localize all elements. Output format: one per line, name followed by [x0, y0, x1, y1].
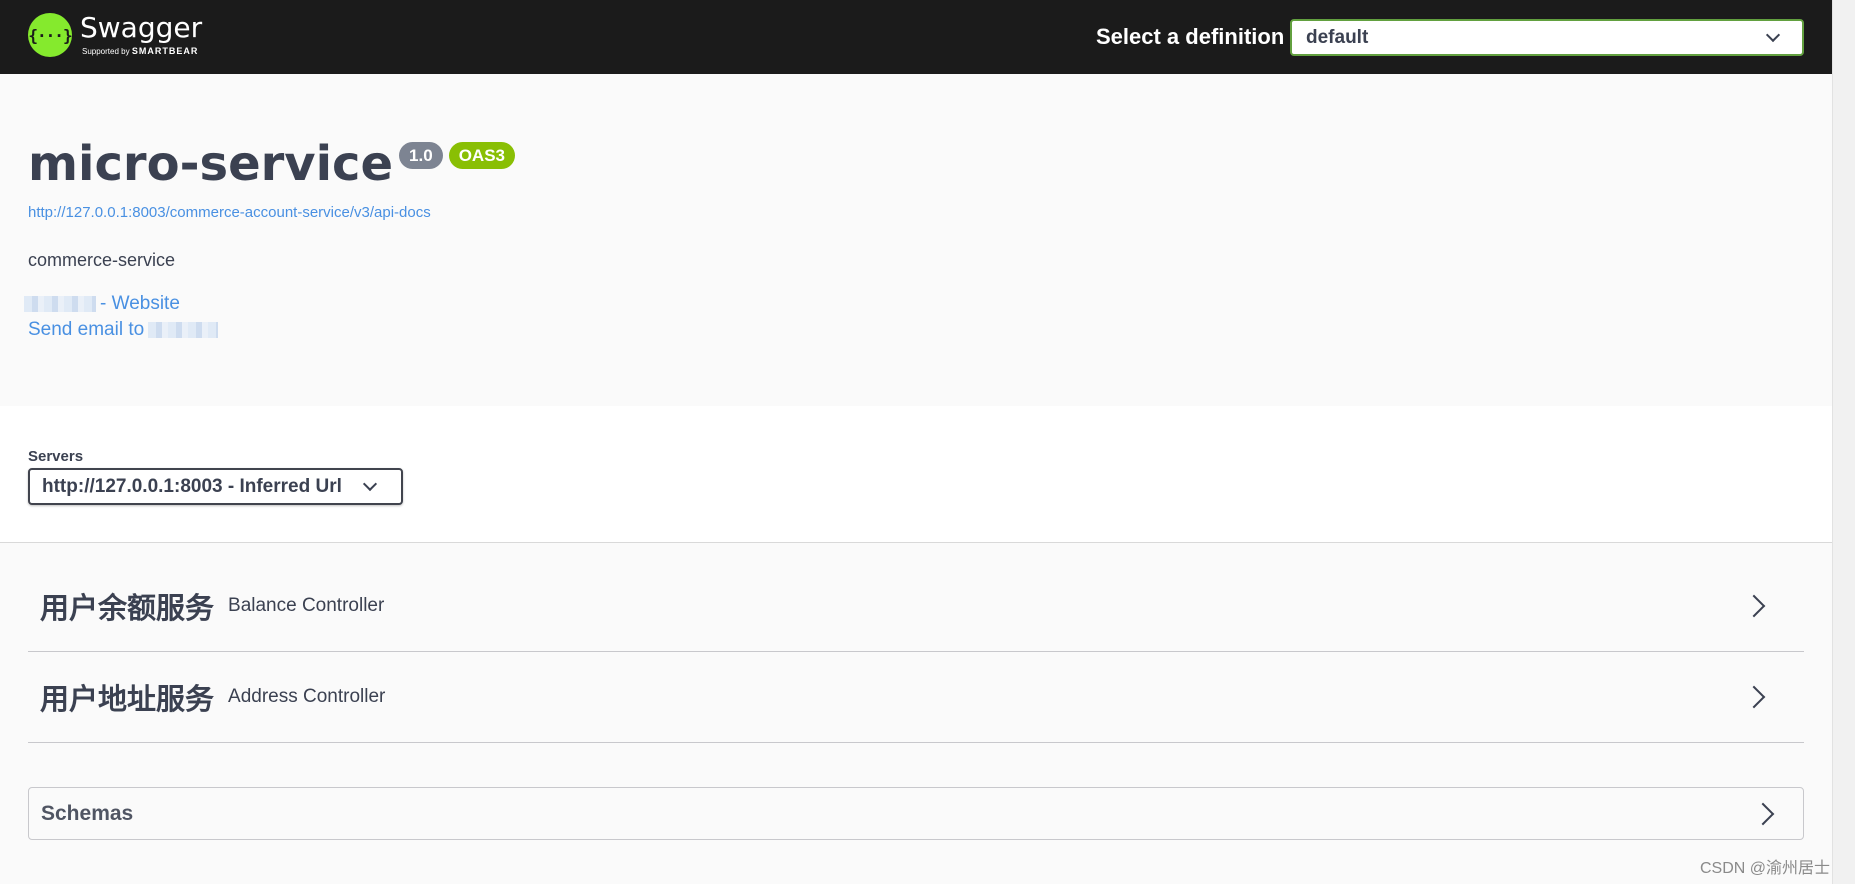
schemas-section[interactable]: Schemas	[28, 787, 1804, 840]
tag-name: 用户地址服务	[40, 682, 215, 716]
definition-label: Select a definition	[1096, 24, 1285, 49]
website-link[interactable]: - Website	[100, 293, 180, 315]
logo-sub: Supported by SMARTBEAR	[82, 46, 202, 56]
logo-name: Swagger	[80, 11, 203, 44]
scrollbar[interactable]	[1832, 0, 1855, 884]
chevron-right-icon[interactable]	[1742, 685, 1766, 709]
logo-supported-text: Supported by	[82, 47, 130, 56]
swagger-logo[interactable]: {···} Swagger Supported by SMARTBEAR	[28, 13, 202, 57]
chevron-down-icon	[1765, 27, 1781, 42]
version-badge: 1.0	[399, 142, 443, 169]
oas-badge: OAS3	[448, 142, 515, 169]
servers-select-value: http://127.0.0.1:8003 - Inferred Url	[42, 475, 342, 497]
servers-label: Servers	[28, 448, 84, 465]
servers-select[interactable]: http://127.0.0.1:8003 - Inferred Url	[28, 468, 403, 505]
redacted-email	[148, 322, 219, 338]
top-bar: {···} Swagger Supported by SMARTBEAR Sel…	[0, 0, 1832, 74]
schemas-label: Schemas	[41, 801, 134, 825]
tag-description: Address Controller	[228, 686, 386, 707]
servers-section: Servers http://127.0.0.1:8003 - Inferred…	[0, 406, 1832, 543]
watermark: CSDN @渝州居士	[1700, 860, 1831, 877]
api-description: commerce-service	[28, 250, 176, 270]
swagger-logo-icon: {···}	[28, 13, 73, 57]
tag-section-address[interactable]: 用户地址服务 Address Controller	[28, 652, 1804, 743]
chevron-down-icon	[362, 476, 378, 491]
tag-section-balance[interactable]: 用户余额服务 Balance Controller	[28, 561, 1804, 652]
contact-website-row[interactable]: - Website	[24, 293, 180, 315]
api-info: micro-service 1.0 OAS3 http://127.0.0.1:…	[0, 74, 1832, 406]
tag-description: Balance Controller	[228, 595, 385, 616]
contact-email-row[interactable]: Send email to	[28, 319, 219, 341]
chevron-right-icon[interactable]	[1742, 594, 1766, 618]
chevron-right-icon[interactable]	[1751, 802, 1775, 825]
logo-text: Swagger Supported by SMARTBEAR	[80, 11, 203, 57]
page-title: micro-service	[28, 136, 394, 192]
logo-brand-text: SMARTBEAR	[131, 46, 199, 56]
definition-select-value: default	[1306, 26, 1369, 48]
email-link[interactable]: Send email to	[28, 319, 144, 341]
definition-select[interactable]: default	[1290, 19, 1804, 56]
tag-name: 用户余额服务	[40, 591, 215, 625]
title-row: micro-service 1.0 OAS3	[28, 136, 515, 192]
api-docs-link[interactable]: http://127.0.0.1:8003/commerce-account-s…	[28, 204, 431, 221]
redacted-name	[24, 296, 96, 312]
